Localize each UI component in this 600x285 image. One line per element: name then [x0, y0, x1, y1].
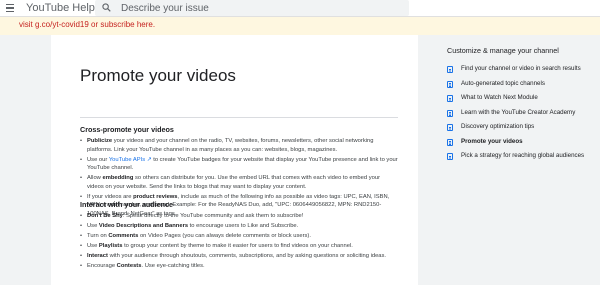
list-item: Encourage Contests. Use eye-catching tit… [80, 262, 398, 271]
item-pre: If your videos are [87, 193, 134, 200]
title-divider [80, 117, 398, 118]
section-heading: Cross-promote your videos [80, 125, 174, 134]
banner-middle: or [88, 20, 101, 29]
item-bold: Don't Be Shy [87, 213, 123, 219]
item-pre: Allow [87, 175, 103, 181]
item-text: to encourage users to Like and Subscribe… [188, 223, 299, 229]
item-bold: Interact [87, 253, 108, 259]
sidebar-title: Customize & manage your channel [447, 46, 559, 55]
item-pre: Use [87, 243, 99, 249]
banner-prefix: visit [19, 20, 35, 29]
item-pre: Encourage [87, 263, 117, 269]
app-title[interactable]: YouTube Help [26, 2, 95, 14]
sidebar-item-label: What to Watch Next Module [461, 94, 538, 101]
sidebar-item-label: Promote your videos [461, 137, 523, 145]
sidebar-item-label: Pick a strategy for reaching global audi… [461, 152, 585, 159]
banner-text: visit g.co/yt-covid19 or subscribe here. [19, 20, 155, 29]
item-text: on Video Pages (you can always delete co… [138, 233, 311, 239]
page-title: Promote your videos [80, 66, 236, 85]
document-icon [447, 66, 453, 73]
item-pre: Turn on [87, 233, 109, 239]
sidebar-item-find-channel[interactable]: Find your channel or video in search res… [447, 65, 597, 74]
item-bold: Playlists [98, 243, 123, 249]
sidebar: Customize & manage your channel Find you… [418, 35, 600, 285]
section-list: Don't Be Shy: Speak directly to the YouT… [80, 212, 398, 271]
item-bold: Publicize [87, 138, 113, 144]
list-item: Interact with your audience through shou… [80, 252, 398, 261]
search-input[interactable] [121, 0, 401, 16]
section-heading: Interact with your audience [80, 200, 174, 209]
list-item: Publicize your videos and your channel o… [80, 137, 398, 154]
article-card: Promote your videos Cross-promote your v… [51, 35, 418, 285]
list-item: Turn on Comments on Video Pages (you can… [80, 232, 398, 241]
document-icon [447, 124, 453, 131]
list-item: Use our YouTube APIs ↗ to create YouTube… [80, 156, 398, 173]
item-text: with your audience through shoutouts, co… [107, 253, 387, 259]
document-icon [447, 95, 453, 102]
sidebar-item-label: Learn with the YouTube Creator Academy [461, 108, 576, 116]
item-pre: Use [87, 223, 99, 229]
sidebar-item-label: Find your channel or video in search res… [461, 65, 581, 72]
sidebar-list: Find your channel or video in search res… [447, 65, 597, 167]
item-text: . Use eye-catching titles. [141, 263, 205, 269]
section-interact: Interact with your audience Don't Be Shy… [80, 200, 398, 272]
item-text: to group your content by theme to make i… [122, 243, 353, 249]
item-text: your videos and your channel on the radi… [87, 138, 374, 153]
banner-suffix: . [152, 20, 156, 29]
document-icon [447, 80, 453, 88]
list-item: Allow embedding so others can distribute… [80, 174, 398, 191]
youtube-apis-link[interactable]: YouTube APIs ↗ [109, 157, 152, 163]
document-icon [447, 153, 453, 160]
list-item: Don't Be Shy: Speak directly to the YouT… [80, 212, 398, 221]
list-item: Use Video Descriptions and Banners to en… [80, 222, 398, 231]
item-pre: Use our [87, 156, 109, 163]
item-text: : Speak directly to the YouTube communit… [122, 213, 304, 219]
sidebar-item-label: Discovery optimization tips [461, 123, 535, 130]
document-icon [447, 138, 453, 146]
subscribe-link[interactable]: subscribe here [100, 20, 152, 29]
item-bold: product reviews [133, 193, 178, 200]
document-icon [447, 109, 453, 117]
sidebar-item-promote-videos[interactable]: Promote your videos [447, 138, 597, 147]
item-bold: embedding [102, 175, 134, 181]
item-bold: Video Descriptions and Banners [98, 223, 189, 229]
sidebar-item-creator-academy[interactable]: Learn with the YouTube Creator Academy [447, 109, 597, 118]
top-bar: YouTube Help [0, 0, 600, 17]
search-icon[interactable] [102, 3, 111, 12]
sidebar-item-discovery-tips[interactable]: Discovery optimization tips [447, 123, 597, 132]
sidebar-item-watch-next[interactable]: What to Watch Next Module [447, 94, 597, 103]
covid-link[interactable]: g.co/yt-covid19 [35, 20, 89, 29]
search-box[interactable] [95, 0, 409, 16]
sidebar-item-label: Auto-generated topic channels [461, 79, 545, 87]
item-bold: Comments [108, 233, 139, 239]
hamburger-menu-icon[interactable] [6, 4, 14, 12]
sidebar-item-topic-channels[interactable]: Auto-generated topic channels [447, 80, 597, 89]
item-bold: Contests [116, 263, 142, 269]
sidebar-item-global-audiences[interactable]: Pick a strategy for reaching global audi… [447, 152, 597, 161]
list-item: Use Playlists to group your content by t… [80, 242, 398, 251]
announcement-banner: visit g.co/yt-covid19 or subscribe here. [0, 17, 600, 35]
